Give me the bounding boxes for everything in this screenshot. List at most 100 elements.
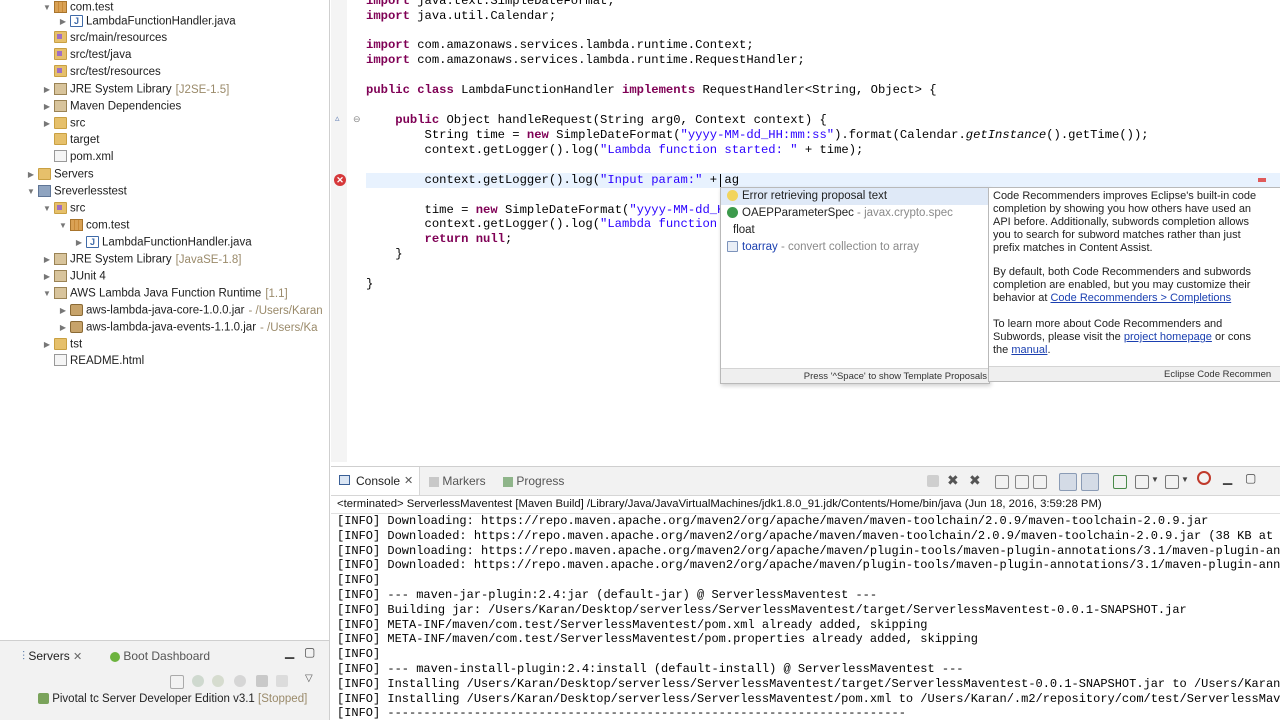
tree-item[interactable]: pom.xml — [42, 149, 113, 166]
tree-item[interactable]: ▶ tst — [42, 336, 82, 353]
overview-error-marker[interactable] — [1258, 178, 1266, 182]
clear-console-icon[interactable] — [995, 475, 1009, 489]
show-on-error-icon[interactable] — [1081, 473, 1099, 491]
collapsed-twisty-icon[interactable]: ▶ — [58, 13, 68, 30]
tree-item[interactable]: src/test/resources — [42, 64, 161, 81]
proposal-item[interactable]: Error retrieving proposal text — [721, 188, 989, 205]
word-wrap-icon[interactable] — [1033, 475, 1047, 489]
editor-gutter — [331, 0, 347, 462]
scroll-lock-icon[interactable] — [1015, 475, 1029, 489]
tree-item-label: aws-lambda-java-core-1.0.0.jar — [86, 304, 245, 317]
collapsed-twisty-icon[interactable]: ▶ — [42, 336, 52, 353]
manual-link[interactable]: manual — [1011, 344, 1047, 356]
expanded-twisty-icon[interactable]: ▼ — [26, 183, 36, 200]
expanded-twisty-icon[interactable]: ▼ — [42, 0, 52, 16]
stop-icon[interactable] — [256, 675, 268, 687]
tab-boot-dashboard[interactable]: Boot Dashboard — [110, 647, 210, 665]
progress-tab-label: Progress — [516, 474, 565, 488]
tree-item[interactable]: ▼ com.test — [58, 217, 129, 234]
error-marker-icon[interactable]: ✕ — [334, 174, 346, 186]
collapsed-twisty-icon[interactable]: ▶ — [26, 166, 36, 183]
collapsed-twisty-icon[interactable]: ▶ — [42, 268, 52, 285]
collapsed-twisty-icon[interactable]: ▶ — [58, 319, 68, 336]
content-assist-popup[interactable]: Error retrieving proposal text OAEPParame… — [720, 187, 990, 384]
servers-tab-label: Servers — [28, 649, 70, 663]
debug-icon[interactable] — [192, 675, 204, 687]
view-menu-icon[interactable]: ▽ — [305, 673, 313, 684]
tree-item-label: aws-lambda-java-events-1.1.0.jar — [86, 321, 257, 334]
tree-item[interactable]: README.html — [42, 353, 144, 370]
chevron-down-icon[interactable]: ▼ — [1181, 475, 1189, 484]
collapsed-twisty-icon[interactable]: ▶ — [74, 234, 84, 251]
tree-item[interactable]: ▼ src — [42, 200, 85, 217]
maven-icon[interactable] — [1197, 471, 1211, 485]
code-line: } — [366, 247, 403, 261]
fold-collapse-icon[interactable]: ⊖ — [353, 114, 361, 125]
proposal-item[interactable]: toarray - convert collection to array — [721, 239, 989, 256]
completions-link[interactable]: Code Recommenders > Completions — [1050, 292, 1231, 304]
pin-console-icon[interactable] — [1113, 475, 1127, 489]
new-server-icon[interactable] — [170, 675, 184, 689]
start-icon[interactable] — [212, 675, 224, 687]
console-line: [INFO] Downloaded: https://repo.maven.ap… — [337, 558, 1280, 573]
tree-item[interactable]: ▼ Sreverlesstest — [26, 183, 127, 200]
display-console-icon[interactable] — [1135, 475, 1149, 489]
close-icon[interactable]: ✕ — [404, 474, 413, 487]
server-row[interactable]: Pivotal tc Server Developer Edition v3.1… — [38, 693, 307, 705]
terminate-icon[interactable] — [927, 475, 939, 487]
tree-item[interactable]: ▶ JRE System Library [JavaSE-1.8] — [42, 251, 241, 268]
tree-item[interactable]: target — [42, 132, 99, 149]
tree-item[interactable]: ▶ src — [42, 115, 85, 132]
collapsed-twisty-icon[interactable]: ▶ — [42, 251, 52, 268]
tree-item-label: tst — [70, 338, 83, 351]
tree-item[interactable]: ▶ LambdaFunctionHandler.java — [58, 13, 236, 30]
remove-launch-icon[interactable]: ✖ — [947, 472, 959, 489]
proposal-item[interactable]: OAEPParameterSpec - javax.crypto.spec — [721, 205, 989, 222]
folder-icon — [54, 132, 67, 145]
tree-item-label: pom.xml — [70, 151, 114, 163]
tree-item[interactable]: ▶ aws-lambda-java-core-1.0.0.jar - /Users/… — [58, 302, 323, 319]
console-view: Console ✕ Markers Progress ✖ ✖ ▼ ▼ ▁ ▢ <… — [331, 466, 1280, 720]
boot-dashboard-tab-label: Boot Dashboard — [123, 649, 211, 663]
chevron-down-icon[interactable]: ▼ — [1151, 475, 1159, 484]
tree-item[interactable]: ▶ JRE System Library [J2SE-1.5] — [42, 81, 229, 98]
expanded-twisty-icon[interactable]: ▼ — [42, 285, 52, 302]
expanded-twisty-icon[interactable]: ▼ — [42, 200, 52, 217]
tab-progress[interactable]: Progress — [503, 474, 564, 488]
tab-servers[interactable]: ⫶ Servers ✕ — [22, 647, 82, 665]
tree-item[interactable]: ▶ JUnit 4 — [42, 268, 106, 285]
collapsed-twisty-icon[interactable]: ▶ — [42, 81, 52, 98]
tree-item-label: Servers — [54, 168, 94, 181]
open-console-icon[interactable] — [1165, 475, 1179, 489]
tree-item[interactable]: ▶ aws-lambda-java-events-1.1.0.jar - /User… — [58, 319, 318, 336]
maximize-icon[interactable]: ▢ — [1245, 471, 1256, 485]
collapsed-twisty-icon[interactable]: ▶ — [42, 115, 52, 132]
tree-item[interactable]: src/test/java — [42, 47, 131, 64]
tab-markers[interactable]: Markers — [429, 474, 486, 488]
proposal-item[interactable]: float — [721, 222, 989, 239]
proposal-label: OAEPParameterSpec — [742, 207, 854, 219]
collapsed-twisty-icon[interactable]: ▶ — [58, 302, 68, 319]
tree-item[interactable]: src/main/resources — [42, 30, 167, 47]
minimize-icon[interactable]: ▁ — [1223, 471, 1232, 485]
tree-item[interactable]: ▶ Servers — [26, 166, 94, 183]
profile-icon[interactable] — [234, 675, 246, 687]
remove-all-launches-icon[interactable]: ✖ — [969, 472, 981, 489]
publish-icon[interactable] — [276, 675, 288, 687]
project-homepage-link[interactable]: project homepage — [1124, 331, 1212, 343]
expanded-twisty-icon[interactable]: ▼ — [58, 217, 68, 234]
tree-item[interactable]: ▼ AWS Lambda Java Function Runtime [1.1] — [42, 285, 288, 302]
override-marker-icon: ▵ — [335, 113, 340, 123]
collapsed-twisty-icon[interactable]: ▶ — [42, 98, 52, 115]
proposal-label: toarray — [742, 241, 778, 253]
close-icon[interactable]: ✕ — [73, 651, 82, 663]
markers-tab-label: Markers — [442, 474, 486, 488]
tree-item[interactable]: ▶ Maven Dependencies — [42, 98, 181, 115]
minimize-icon[interactable]: ▁ — [285, 645, 294, 659]
maximize-icon[interactable]: ▢ — [304, 645, 315, 659]
show-on-output-icon[interactable] — [1059, 473, 1077, 491]
info-line: prefix matches in Content Assist. — [993, 242, 1153, 254]
tree-item[interactable]: ▶ LambdaFunctionHandler.java — [74, 234, 252, 251]
tab-console[interactable]: Console ✕ — [331, 467, 420, 495]
info-paragraph-3: To learn more about Code Recommenders an… — [993, 318, 1273, 357]
